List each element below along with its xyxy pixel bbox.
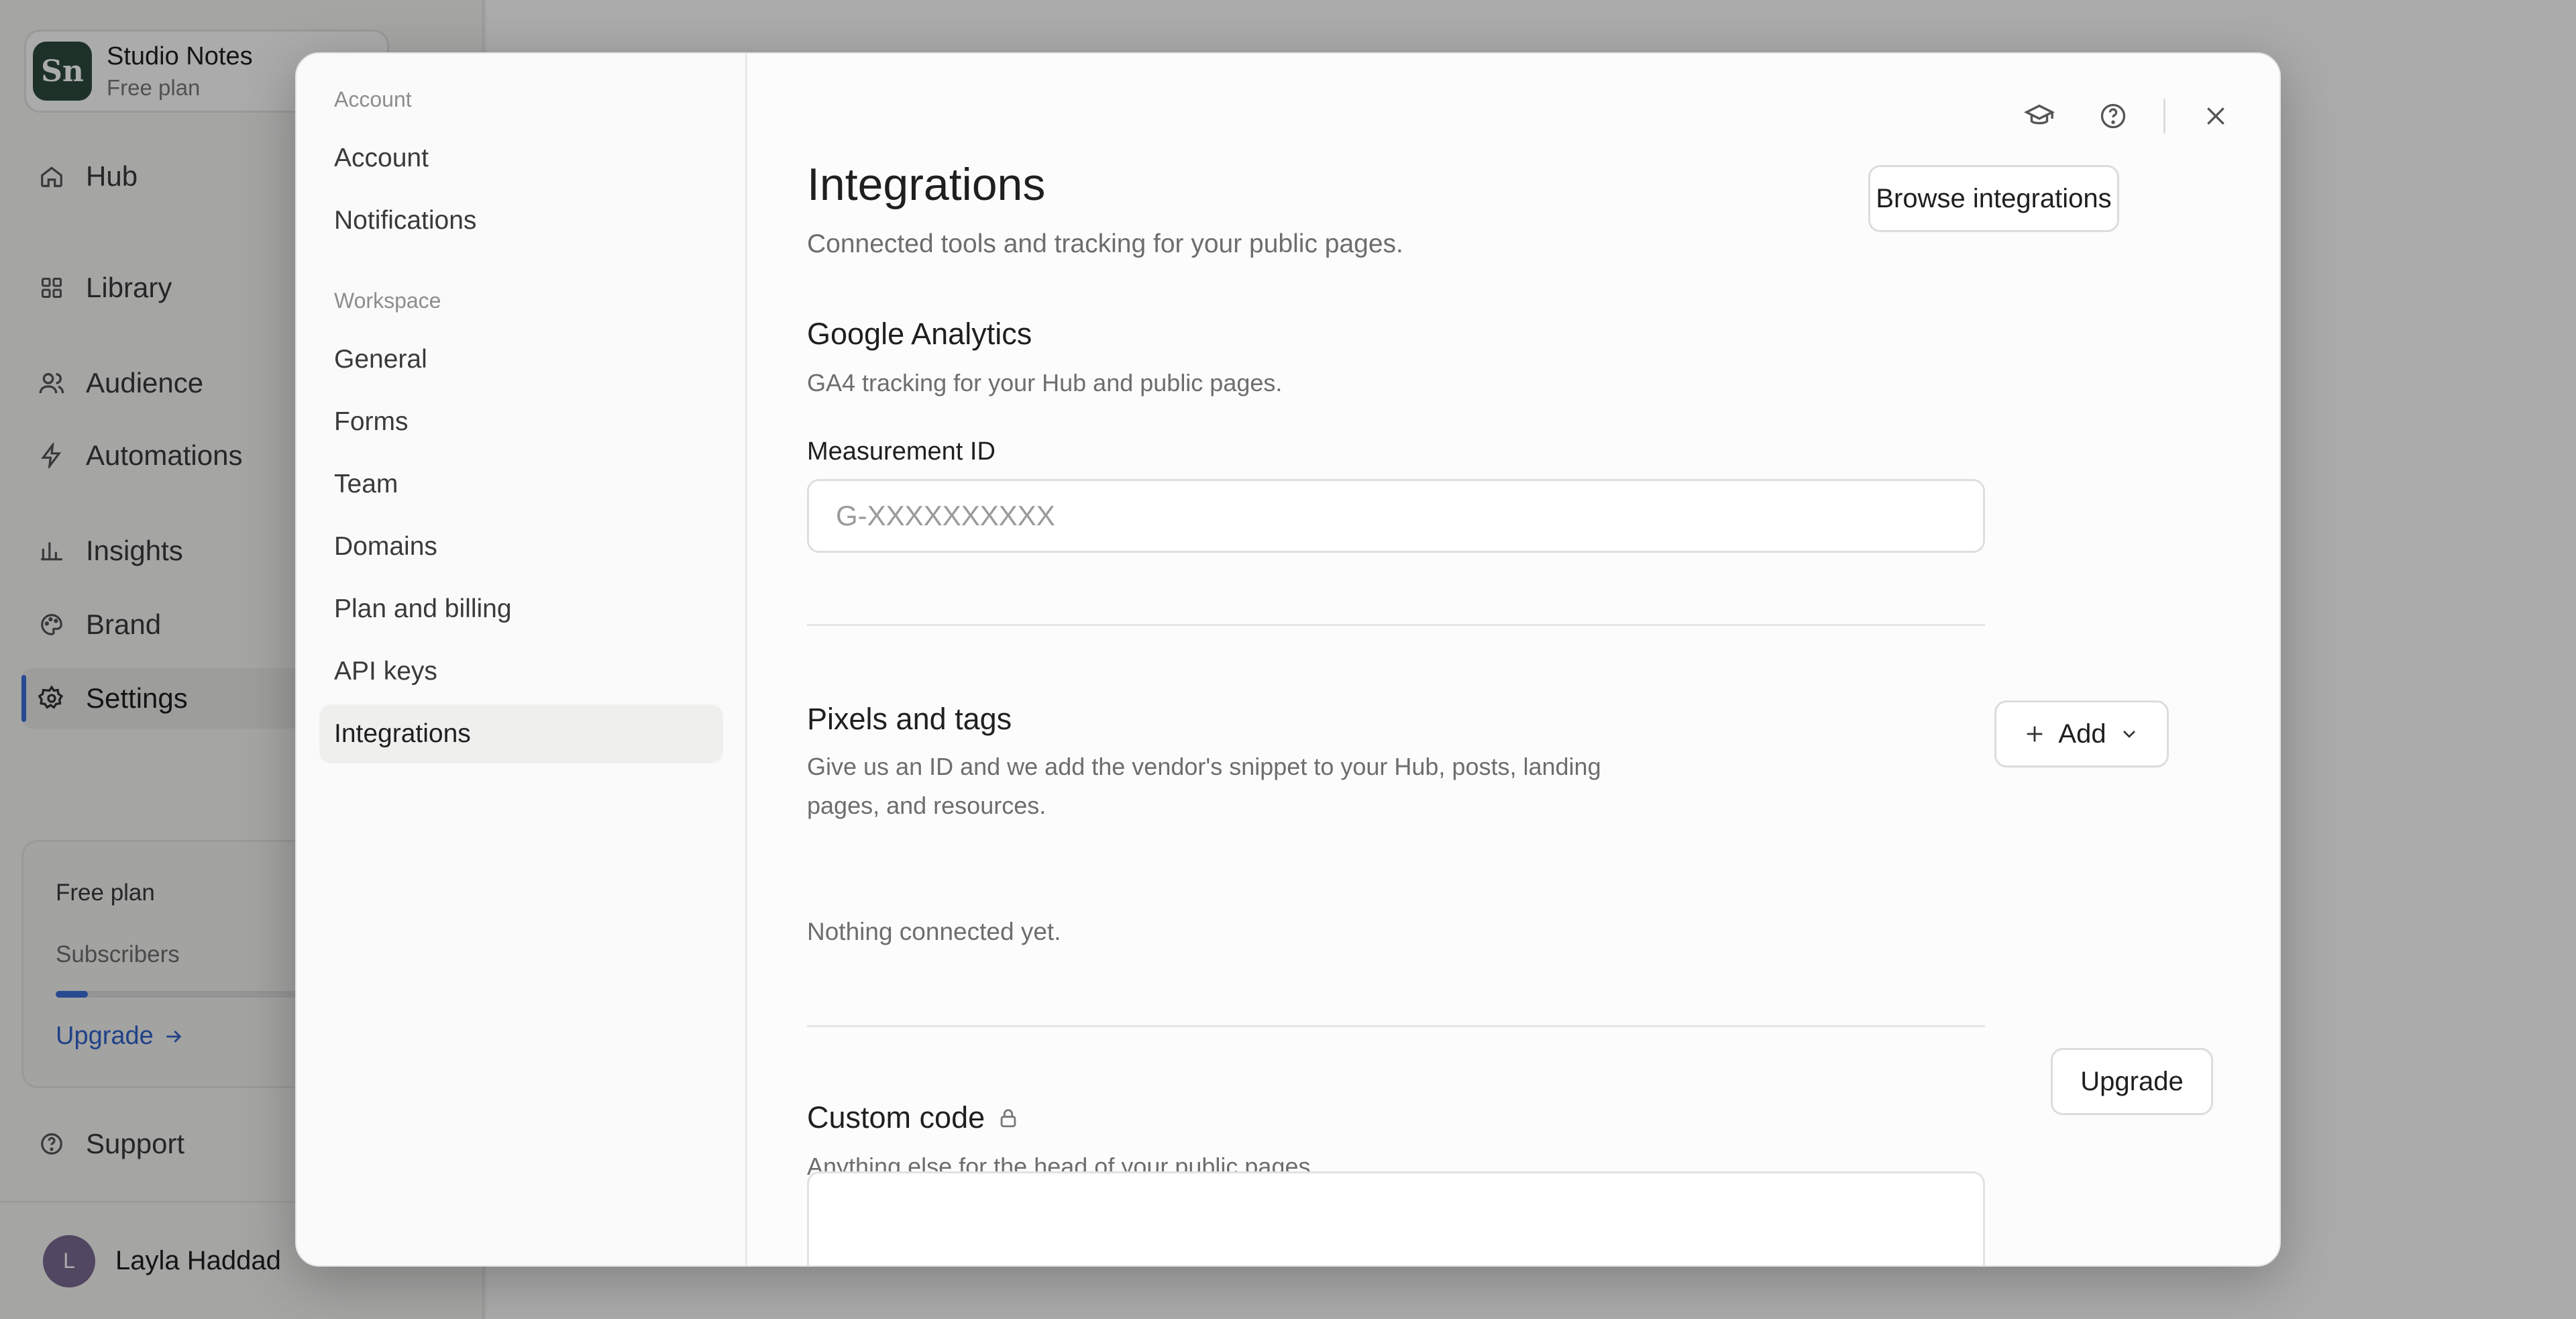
pixels-tags-title: Pixels and tags [807,702,1012,736]
settings-item-general[interactable]: General [319,330,723,389]
measurement-id-input[interactable]: G-XXXXXXXXXX [807,479,1985,553]
section-header-workspace: Workspace [334,288,441,313]
close-icon[interactable] [2192,93,2239,140]
pixels-empty-state: Nothing connected yet. [807,918,1061,945]
settings-content: Integrations Connected tools and trackin… [749,54,2279,1265]
page-subtitle: Connected tools and tracking for your pu… [807,229,1403,258]
page-title: Integrations [807,159,1046,210]
settings-item-notifications[interactable]: Notifications [319,191,723,250]
settings-item-account[interactable]: Account [319,129,723,188]
pixels-tags-subtitle-line-1: Give us an ID and we add the vendor's sn… [807,753,1601,780]
settings-item-forms[interactable]: Forms [319,392,723,452]
settings-item-integrations[interactable]: Integrations [319,704,723,763]
settings-item-api-keys[interactable]: API keys [319,642,723,701]
plus-icon [2023,723,2046,745]
add-pixel-button[interactable]: Add [1994,700,2169,768]
settings-modal: Account Account Notifications Workspace … [295,52,2281,1267]
modal-toolbar [1989,93,2239,140]
google-analytics-title: Google Analytics [807,317,1032,351]
section-divider [807,1025,1985,1027]
add-pixel-label: Add [2058,719,2106,749]
measurement-id-label: Measurement ID [807,437,996,466]
browse-integrations-button[interactable]: Browse integrations [1868,165,2119,232]
chevron-down-icon [2118,723,2140,745]
pixels-tags-subtitle-line-2: pages, and resources. [807,792,1046,819]
help-circle-icon[interactable] [2090,93,2137,140]
toolbar-divider [2163,99,2165,134]
upgrade-button[interactable]: Upgrade [2051,1048,2213,1115]
section-header-account: Account [334,87,412,111]
settings-nav: Account Account Notifications Workspace … [297,54,747,1265]
custom-code-title: Custom code [807,1100,985,1135]
settings-item-plan-billing[interactable]: Plan and billing [319,580,723,639]
settings-item-team[interactable]: Team [319,455,723,514]
custom-code-header: Custom code [807,1100,1020,1135]
pixels-tags-subtitle: Give us an ID and we add the vendor's sn… [807,747,1601,825]
graduation-cap-icon[interactable] [2016,93,2063,140]
section-divider [807,624,1985,626]
custom-code-textarea[interactable] [807,1171,1985,1265]
settings-item-domains[interactable]: Domains [319,517,723,576]
google-analytics-subtitle: GA4 tracking for your Hub and public pag… [807,369,1283,397]
lock-icon [997,1106,1020,1129]
